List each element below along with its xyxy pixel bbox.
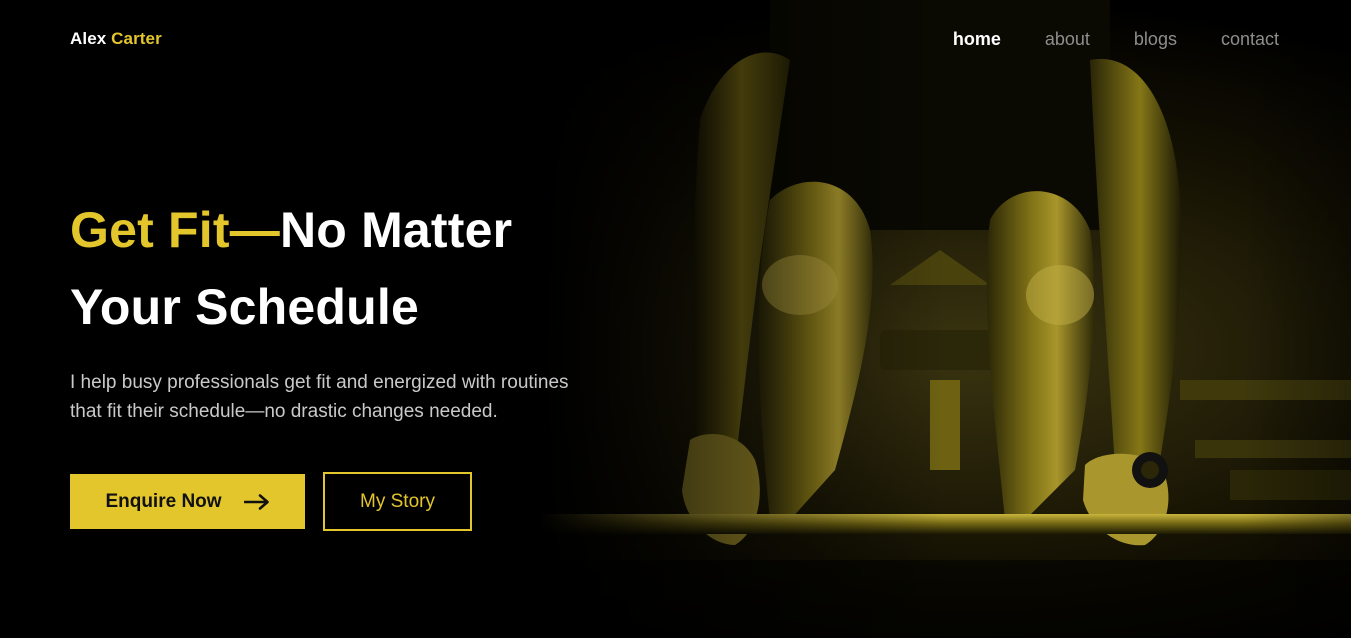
hero-subtitle-line1: I help busy professionals get fit and en… <box>70 372 569 393</box>
hero-cta-row: Enquire Now My Story <box>70 472 472 531</box>
enquire-now-label: Enquire Now <box>105 490 222 512</box>
navbar: Alex Carter home about blogs contact <box>0 0 1351 78</box>
enquire-now-button[interactable]: Enquire Now <box>70 474 305 529</box>
hero-title-line1: No Matter <box>279 202 513 258</box>
hero-title: Get Fit—No Matter Your Schedule <box>70 192 690 346</box>
nav-item-contact[interactable]: contact <box>1221 27 1279 51</box>
hero-subtitle-line2: that fit their schedule—no drastic chang… <box>70 401 498 422</box>
nav-item-home[interactable]: home <box>953 27 1001 51</box>
brand-last-name: Carter <box>111 29 162 48</box>
nav-menu: home about blogs contact <box>909 27 1279 51</box>
my-story-label: My Story <box>360 490 435 512</box>
arrow-right-icon <box>243 493 269 510</box>
nav-item-about[interactable]: about <box>1045 27 1090 51</box>
my-story-button[interactable]: My Story <box>323 472 472 531</box>
brand-logo[interactable]: Alex Carter <box>70 28 162 50</box>
hero-title-line2: Your Schedule <box>70 279 419 335</box>
hero-title-highlight: Get Fit— <box>70 202 280 258</box>
nav-item-blogs[interactable]: blogs <box>1134 27 1177 51</box>
landing-page: Alex Carter home about blogs contact Get… <box>0 0 1351 638</box>
brand-first-name: Alex <box>70 29 107 48</box>
hero-subtitle: I help busy professionals get fit and en… <box>70 368 670 426</box>
hero-section: Get Fit—No Matter Your Schedule I help b… <box>70 192 690 426</box>
